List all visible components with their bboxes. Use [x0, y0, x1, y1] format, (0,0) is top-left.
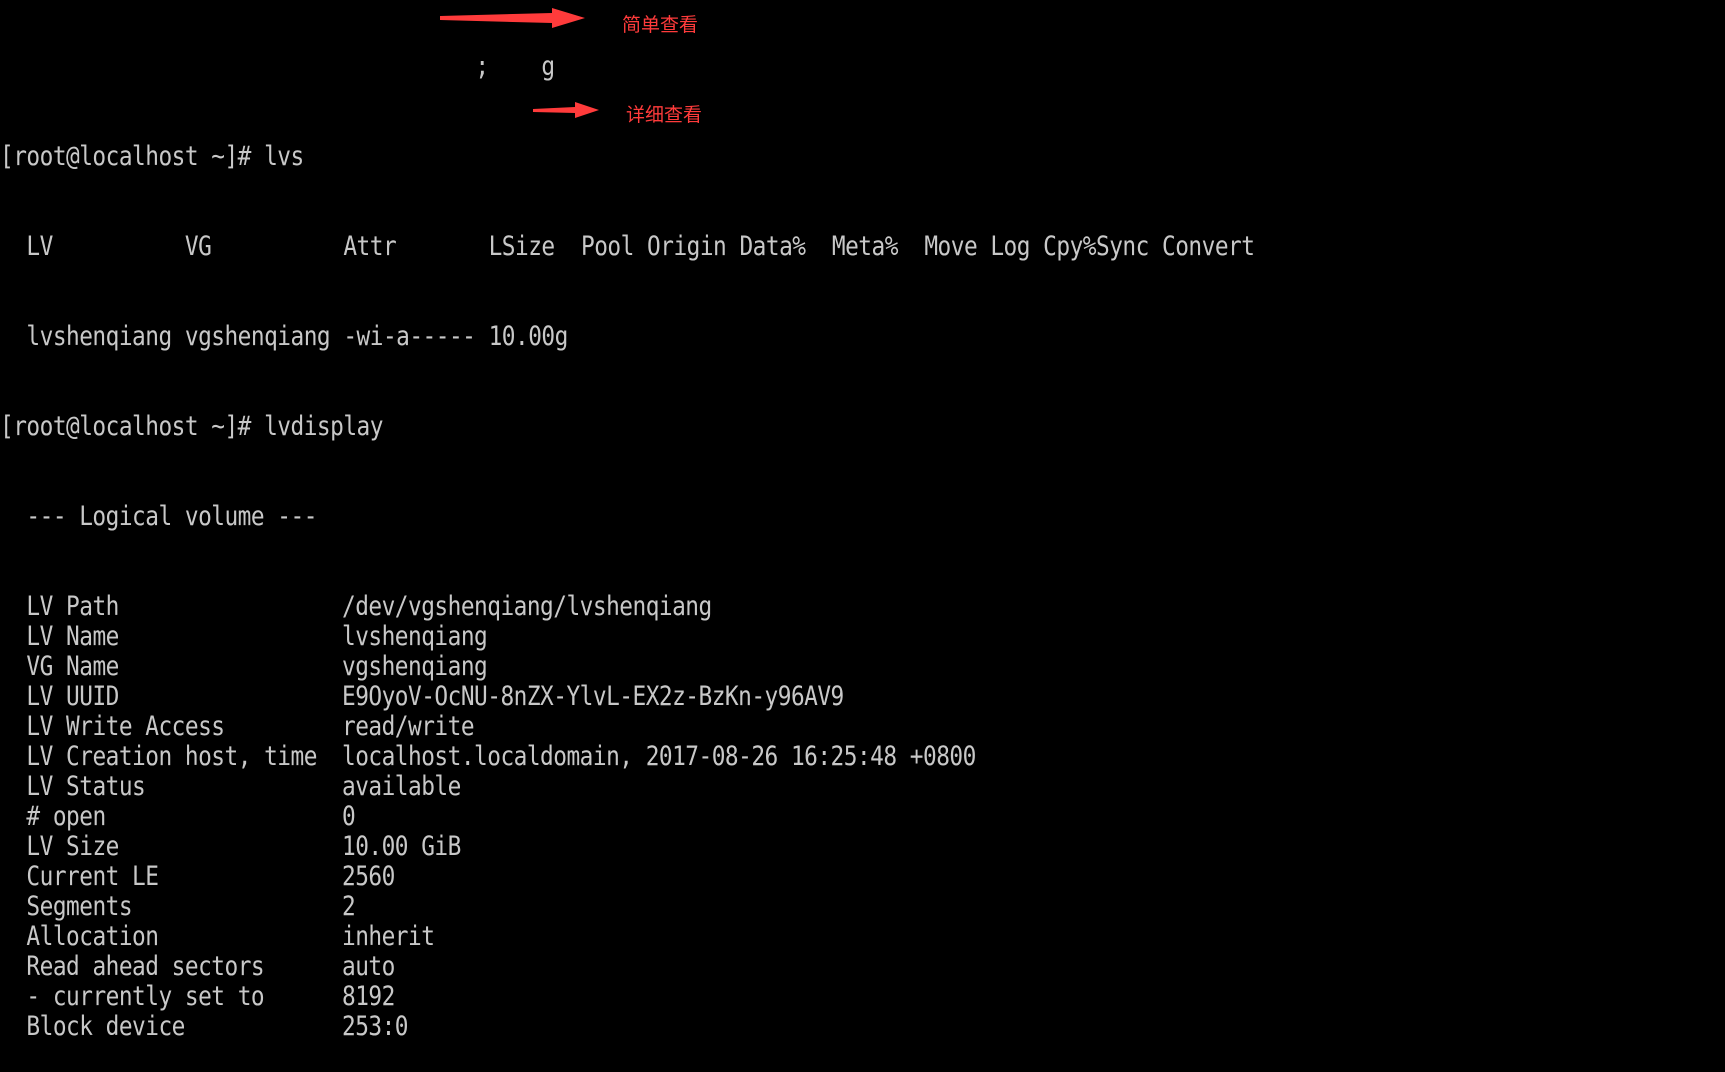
lvdisplay-field: Segments 2	[0, 892, 1254, 922]
field-value: 2560	[341, 861, 395, 892]
field-value: vgshenqiang	[341, 651, 488, 682]
field-value: auto	[341, 951, 395, 982]
lvdisplay-field: Allocation inherit	[0, 922, 1254, 952]
lvdisplay-field: LV Name lvshenqiang	[0, 622, 1254, 652]
field-value: /dev/vgshenqiang/lvshenqiang	[341, 591, 712, 622]
command-line-lvs: [root@localhost ~]# lvs	[0, 142, 1254, 172]
field-value: lvshenqiang	[341, 621, 488, 652]
field-key: VG Name	[26, 651, 119, 682]
field-key: LV Status	[26, 771, 146, 802]
command: lvs	[264, 141, 304, 172]
lvdisplay-field: Current LE 2560	[0, 862, 1254, 892]
lvdisplay-field: LV Path/dev/vgshenqiang/lvshenqiang	[0, 592, 1254, 622]
field-value: 253:0	[341, 1011, 409, 1042]
field-key: Allocation	[26, 921, 159, 952]
lvdisplay-field: Read ahead sectors auto	[0, 952, 1254, 982]
lvdisplay-field: # open 0	[0, 802, 1254, 832]
arrow-icon	[440, 8, 585, 28]
lvdisplay-field: Block device 253:0	[0, 1012, 1254, 1042]
command-line-lvdisplay: [root@localhost ~]# lvdisplay	[0, 412, 1254, 442]
lvdisplay-title: --- Logical volume ---	[0, 501, 317, 532]
field-key: Current LE	[26, 861, 159, 892]
command: lvdisplay	[264, 411, 383, 442]
field-value: localhost.localdomain, 2017-08-26 16:25:…	[341, 741, 976, 772]
arrow-icon	[533, 102, 599, 118]
field-key: LV Write Access	[26, 711, 225, 742]
lvdisplay-fields: LV Path/dev/vgshenqiang/lvshenqiang LV N…	[0, 592, 1254, 1042]
lvdisplay-field: VG Name vgshenqiang	[0, 652, 1254, 682]
field-value: E9OyoV-OcNU-8nZX-YlvL-EX2z-BzKn-y96AV9	[341, 681, 844, 712]
lvdisplay-field: LV Status available	[0, 772, 1254, 802]
field-key: LV Path	[26, 591, 119, 622]
lvs-row: lvshenqiang vgshenqiang -wi-a----- 10.00…	[0, 321, 568, 352]
field-key: # open	[26, 801, 106, 832]
annotation-simple-view: 简单查看	[622, 14, 699, 36]
terminal-output: ; g [root@localhost ~]# lvs LV VG Attr L…	[0, 0, 1255, 1072]
field-key: Segments	[26, 891, 133, 922]
field-key: Block device	[26, 1011, 185, 1042]
field-key: LV Name	[26, 621, 119, 652]
field-value: 2	[341, 891, 356, 922]
lvdisplay-field: LV Size 10.00 GiB	[0, 832, 1254, 862]
field-key: LV Creation host, time	[26, 741, 317, 772]
field-value: 8192	[341, 981, 395, 1012]
field-key: LV UUID	[26, 681, 119, 712]
field-key: - currently set to	[26, 981, 265, 1012]
prompt: [root@localhost ~]#	[0, 141, 265, 172]
prompt: [root@localhost ~]#	[0, 411, 265, 442]
partial-line: ; g	[0, 51, 555, 82]
annotation-detailed-view: 详细查看	[626, 104, 703, 126]
field-value: inherit	[341, 921, 435, 952]
field-value: read/write	[341, 711, 475, 742]
lvdisplay-field: LV UUID E9OyoV-OcNU-8nZX-YlvL-EX2z-BzKn-y…	[0, 682, 1254, 712]
lvdisplay-field: LV Write Access read/write	[0, 712, 1254, 742]
lvs-header: LV VG Attr LSize Pool Origin Data% Meta%…	[0, 231, 1255, 262]
lvdisplay-field: LV Creation host, time localhost.localdom…	[0, 742, 1254, 772]
field-value: 0	[341, 801, 356, 832]
field-value: 10.00 GiB	[341, 831, 461, 862]
field-key: LV Size	[26, 831, 119, 862]
field-key: Read ahead sectors	[26, 951, 265, 982]
field-value: available	[341, 771, 461, 802]
lvdisplay-field: - currently set to 8192	[0, 982, 1254, 1012]
